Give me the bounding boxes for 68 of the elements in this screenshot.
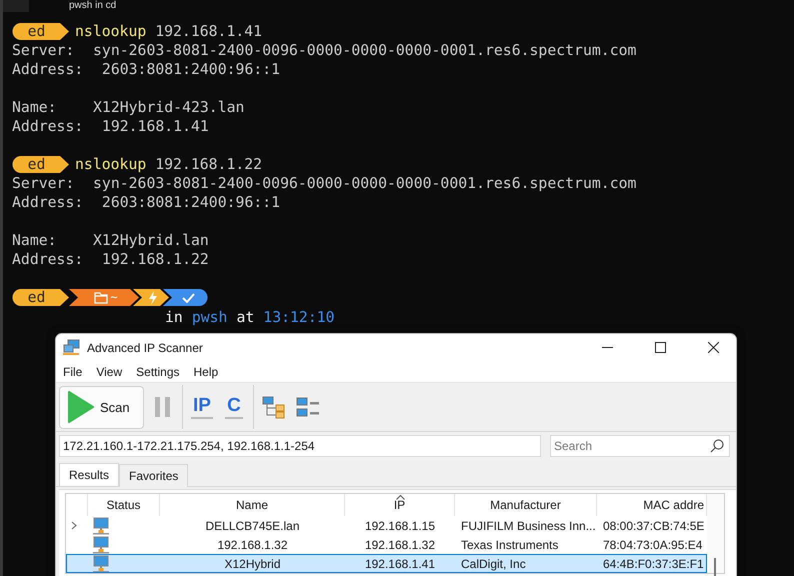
ip-tool-button[interactable]: IP [189,389,215,425]
output-value: syn-2603-8081-2400-0096-0000-0000-0000-0001.res6.spectrum.com [93,41,636,60]
menu-item[interactable]: File [58,364,88,378]
shell-name: pwsh [192,308,228,326]
computer-icon [93,536,109,554]
network-app-icon [63,339,80,356]
lightning-icon [148,290,158,304]
window-title: Advanced IP Scanner [87,340,204,354]
output-label: Address: [12,117,84,136]
computer-icon [93,516,109,534]
table-cell-text: Texas Instruments [460,538,560,552]
time-text: 13:12:10 [263,308,335,326]
table-cell-text: 192.168.1.32 [216,538,289,552]
folder-icon [94,292,108,304]
table-cell-text: DELLCB745E.lan [204,518,301,532]
computer-icon [93,554,109,572]
ip-range-field[interactable]: 172.21.160.1-172.21.175.254, 192.168.1.1-254 [59,435,541,457]
prompt-user-segment: ed [12,156,69,173]
table-cell-text: CalDigit, Inc [460,556,527,570]
output-label: Name: [12,231,58,250]
prompt-word: at [236,308,254,326]
table-cell-text: X12Hybrid [223,556,282,570]
output-value: X12Hybrid-423.lan [93,98,244,117]
menu-item[interactable]: Settings [131,364,186,378]
search-icon [710,439,724,453]
scan-button[interactable]: Scan [59,386,144,428]
computer-tree-icon [262,395,286,419]
table-cell-text: 08:00:37:CB:74:5E [602,518,706,532]
output-value: 2603:8081:2400:96::1 [100,193,280,212]
tab[interactable]: Favorites [119,464,188,487]
command-text: nslookup [75,22,146,41]
output-value: 192.168.1.22 [100,250,209,269]
table-cell-text: FUJIFILM Business Inn... [460,518,597,532]
table-cell-text: 192.168.1.15 [364,518,436,532]
output-value: syn-2603-8081-2400-0096-0000-0000-0000-0001.res6.spectrum.com [93,174,636,193]
class-c-tool-button[interactable]: C [221,389,247,425]
output-label: Name: [12,98,58,117]
table-cell-text: 192.168.1.41 [364,556,436,570]
path-text: ~ [110,289,118,306]
menu-item[interactable]: View [91,364,128,378]
play-icon [66,391,94,423]
output-label: Address: [12,60,84,79]
table-cell-text: 78:04:73:0A:95:E4 [602,538,704,552]
command-argument: 192.168.1.41 [154,22,262,41]
tab[interactable]: Results [59,463,120,486]
output-value: X12Hybrid.lan [93,231,209,250]
output-label: Server: [12,41,76,60]
prompt-user-segment: ed [12,23,69,40]
output-value: 192.168.1.41 [100,117,209,136]
output-label: Address: [12,250,84,269]
close-icon [708,342,718,353]
pause-icon [154,396,172,418]
search-field[interactable]: Search [550,435,730,457]
prompt-user-segment: ed [12,289,69,306]
table-cell-text: 64:4B:F0:37:3E:F1 [602,556,705,570]
checkmark-icon [182,292,194,302]
command-argument: 192.168.1.22 [154,155,262,174]
terminal-tab[interactable]: pwsh in cd [29,0,794,12]
computer-list-icon [296,395,320,419]
output-label: Server: [12,174,76,193]
maximize-icon [654,342,666,353]
prompt-word: in [165,308,183,326]
table-cell-text: 192.168.1.32 [364,538,436,552]
device-row[interactable]: X12Hybrid 192.168.1.41 CalDigit, Inc 64:4B:F0:37:3E:F1 [66,554,707,573]
menu-item[interactable]: Help [188,364,224,378]
output-label: Address: [12,193,84,212]
output-value: 2603:8081:2400:96::1 [100,60,280,79]
command-text: nslookup [75,155,146,174]
